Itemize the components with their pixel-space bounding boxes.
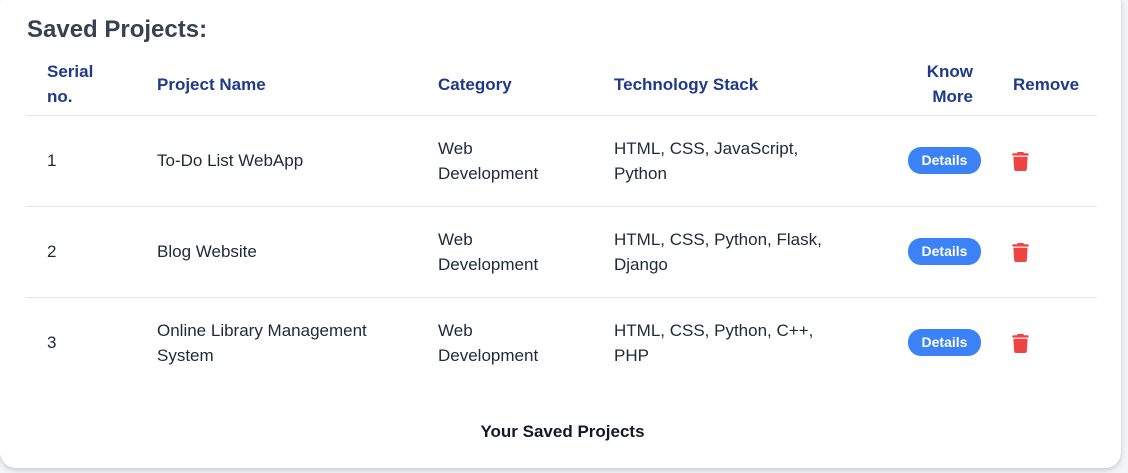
- column-header-technology-stack: Technology Stack: [614, 54, 874, 116]
- cell-technology-stack: HTML, CSS, JavaScript, Python: [614, 115, 874, 207]
- cell-remove: [999, 297, 1097, 388]
- cell-category: Web Development: [438, 115, 614, 207]
- projects-table: Serial no. Project Name Category Technol…: [26, 54, 1097, 388]
- cell-serial: 2: [26, 206, 157, 298]
- trash-icon[interactable]: [1012, 243, 1029, 263]
- cell-category: Web Development: [438, 206, 614, 298]
- details-button[interactable]: Details: [908, 147, 981, 174]
- cell-technology-stack: HTML, CSS, Python, Flask, Django: [614, 206, 874, 298]
- details-button[interactable]: Details: [908, 329, 981, 357]
- column-header-category: Category: [438, 54, 614, 116]
- cell-project-name: Online Library Management System: [157, 320, 367, 365]
- page-title: Saved Projects:: [27, 16, 208, 43]
- table-row: 2 Blog Website Web Development HTML, CSS…: [26, 206, 1097, 298]
- table-row: 3 Online Library Management System Web D…: [26, 297, 1097, 388]
- cell-serial: 3: [47, 333, 57, 353]
- details-button[interactable]: Details: [908, 238, 981, 265]
- table-header-row: Serial no. Project Name Category Technol…: [26, 54, 1097, 116]
- cell-know-more: Details: [874, 206, 999, 298]
- cell-remove: [999, 115, 1097, 207]
- cell-project-name: Blog Website: [157, 206, 438, 298]
- column-header-project-name: Project Name: [157, 54, 438, 116]
- saved-projects-card: Saved Projects: Serial no. Project Name …: [0, 0, 1121, 468]
- table-caption: Your Saved Projects: [480, 422, 645, 441]
- cell-know-more: Details: [874, 115, 999, 207]
- column-header-know-more: Know More: [874, 54, 999, 116]
- trash-icon[interactable]: [1012, 334, 1029, 354]
- table-row: 1 To-Do List WebApp Web Development HTML…: [26, 115, 1097, 207]
- cell-remove: [999, 206, 1097, 298]
- column-header-remove: Remove: [999, 54, 1097, 116]
- trash-icon[interactable]: [1012, 152, 1029, 172]
- column-header-serial: Serial no.: [26, 54, 157, 116]
- cell-category: Web Development: [438, 320, 539, 365]
- cell-know-more: Details: [874, 297, 999, 388]
- cell-serial: 1: [26, 115, 157, 207]
- cell-project-name: To-Do List WebApp: [157, 115, 438, 207]
- cell-technology-stack: HTML, CSS, Python, C++, PHP: [614, 320, 814, 365]
